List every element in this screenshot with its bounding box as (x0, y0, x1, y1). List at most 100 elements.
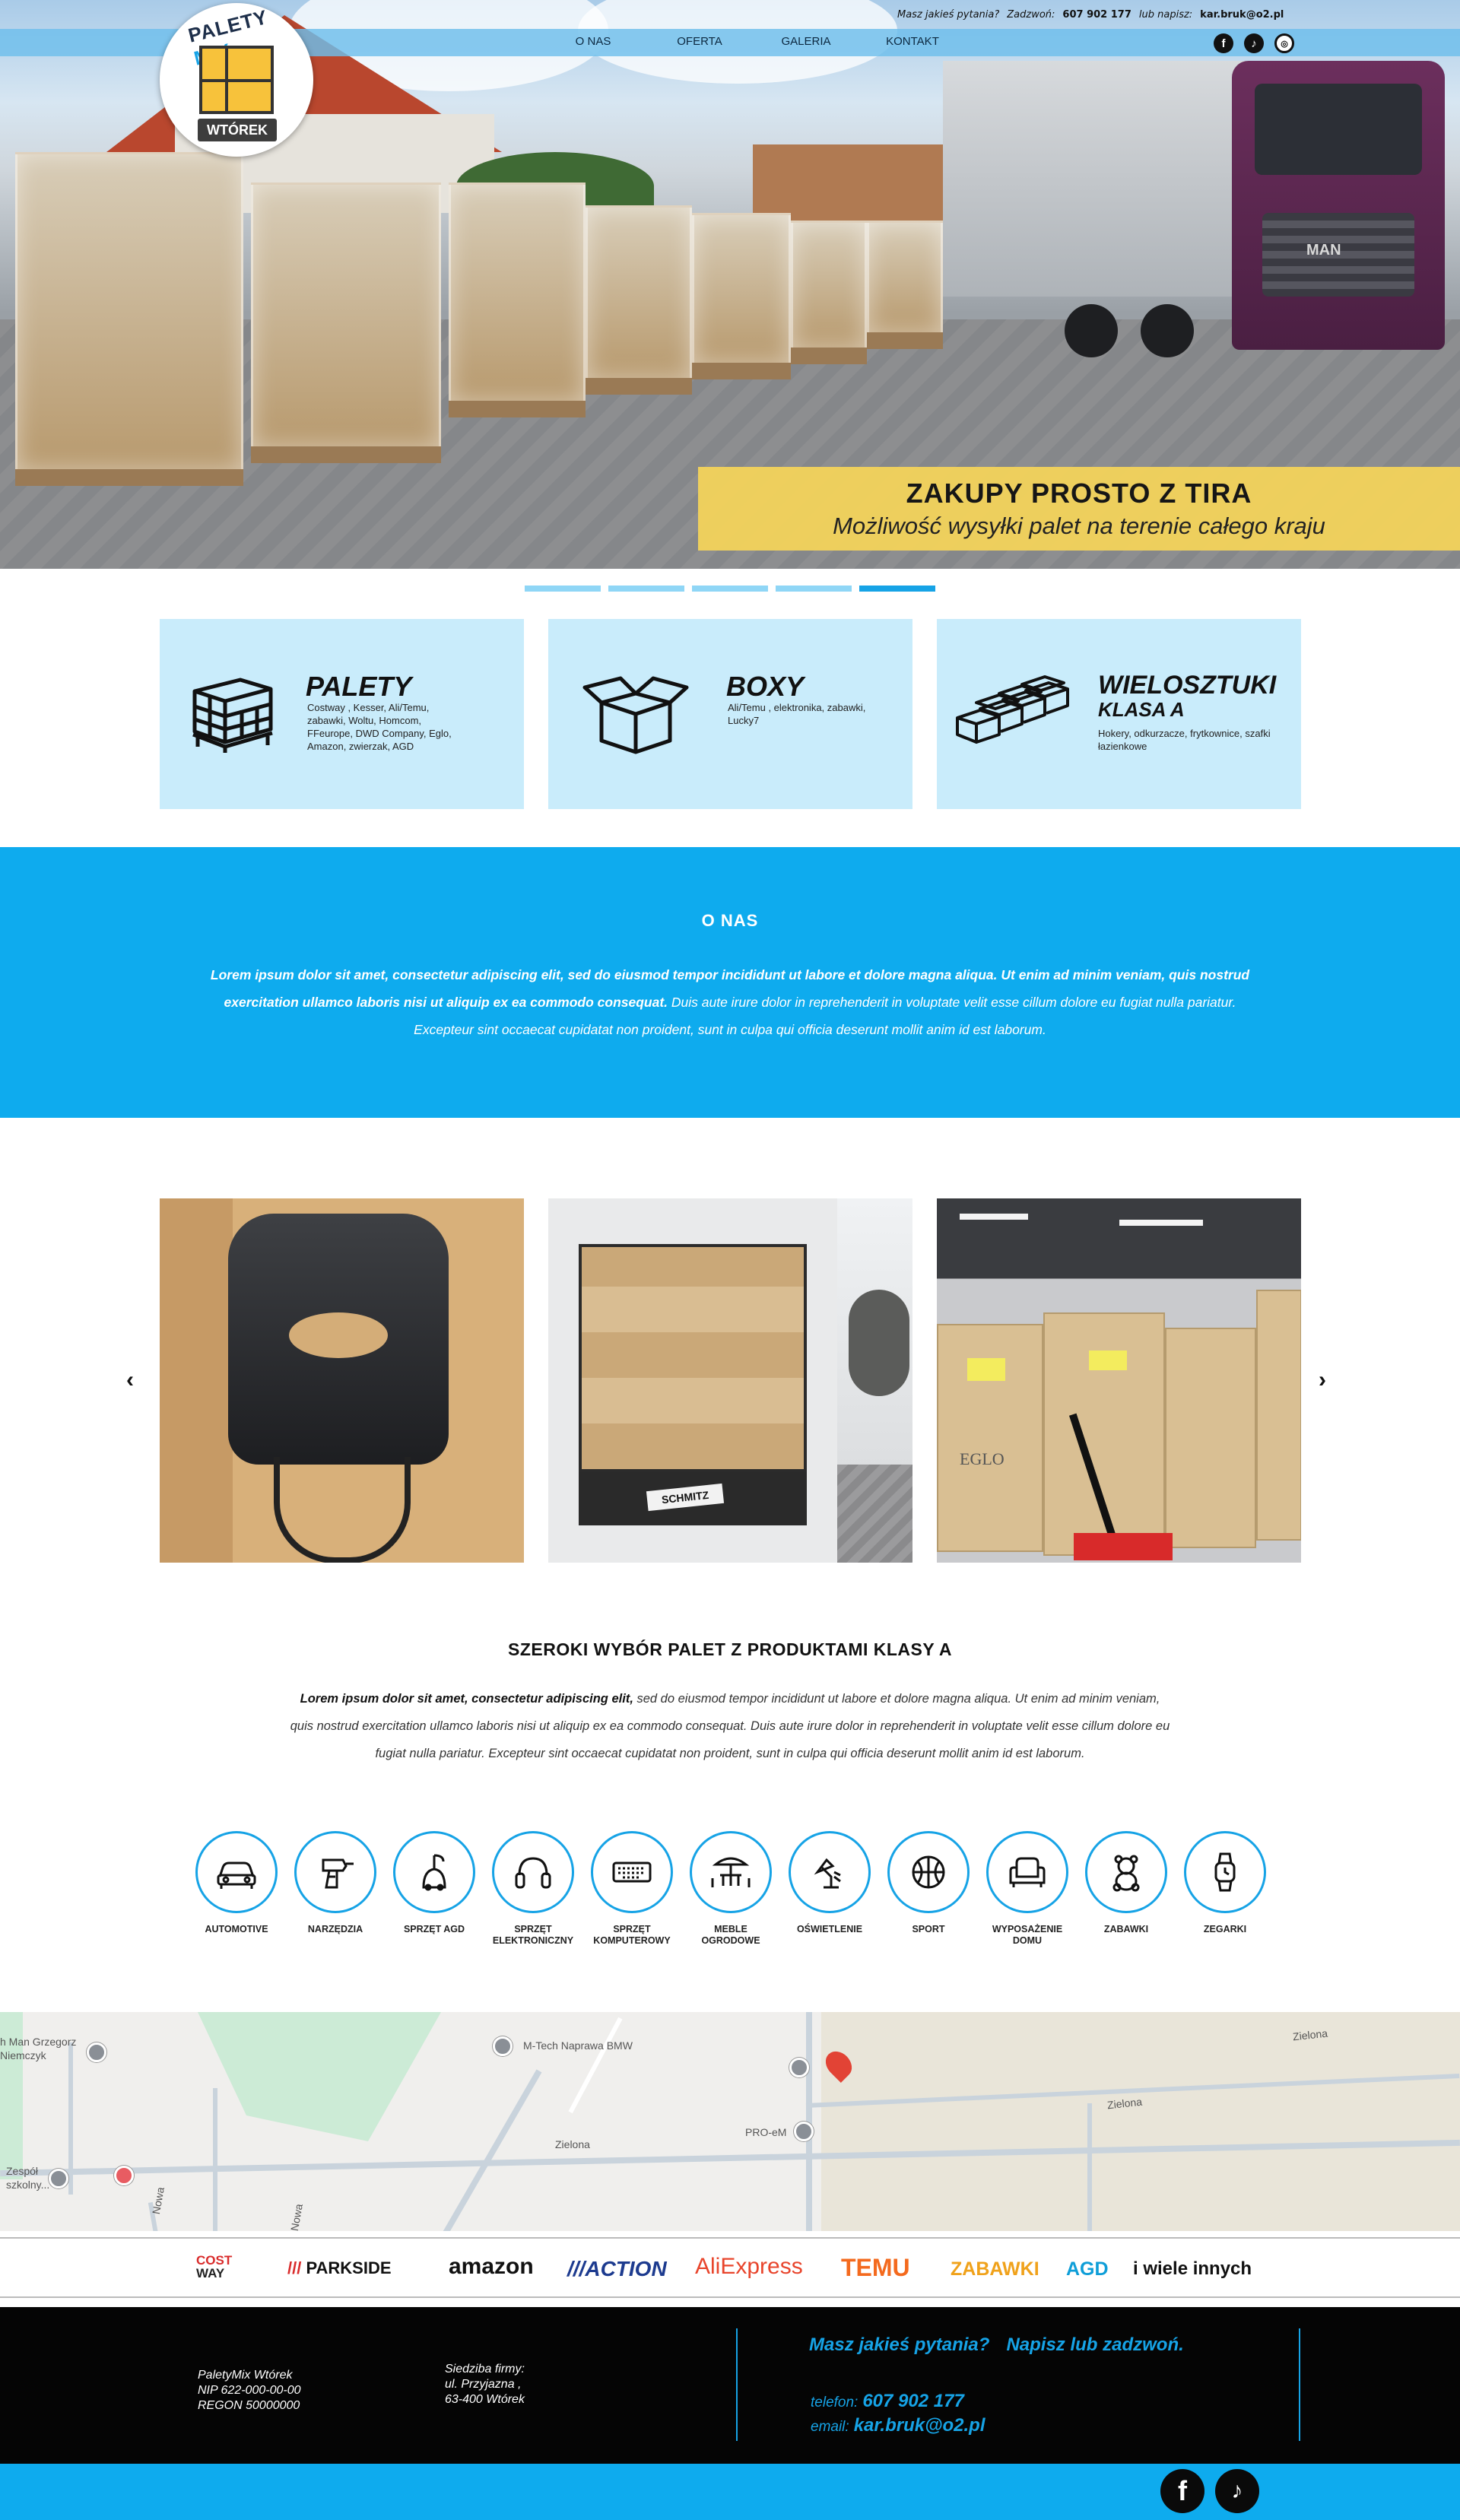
product-category-narzedzia[interactable]: NARZĘDZIA (294, 1831, 376, 1947)
footer-email[interactable]: email: kar.bruk@o2.pl (811, 2415, 985, 2436)
category-title: WIELOSZTUKI (1098, 671, 1277, 700)
paving (837, 1465, 912, 1563)
tiktok-icon[interactable]: ♪ (1215, 2469, 1259, 2513)
gallery-photo-chair[interactable] (160, 1198, 524, 1563)
map-label: Zielona (555, 2138, 590, 2150)
product-category-agd[interactable]: SPRZĘT AGD (393, 1831, 475, 1947)
map-pin[interactable] (794, 2122, 814, 2141)
wheel (1065, 304, 1118, 357)
pallet-icon (192, 678, 273, 753)
product-category-automotive[interactable]: AUTOMOTIVE (195, 1831, 278, 1947)
topbar-write-label: lub napisz: (1138, 8, 1193, 21)
hero-title: ZAKUPY PROSTO Z TIRA (906, 478, 1252, 509)
brand-costway: COST WAY (196, 2253, 233, 2280)
garden-table-icon (711, 1857, 751, 1887)
slider-dot[interactable] (692, 586, 768, 592)
category-card-palety[interactable]: PALETY Costway , Kesser, Ali/Temu, zabaw… (160, 619, 524, 809)
map-pin[interactable] (114, 2166, 134, 2185)
nav-item-oferta[interactable]: OFERTA (646, 35, 753, 48)
brand-agd: AGD (1066, 2258, 1109, 2280)
facebook-icon[interactable]: f (1214, 33, 1233, 53)
brand-action: ///ACTION (567, 2257, 667, 2280)
watch-icon (1214, 1852, 1236, 1892)
headphones-icon (515, 1857, 551, 1889)
category-card-wielosztuki[interactable]: WIELOSZTUKI KLASA A Hokery, odkurzacze, … (937, 619, 1301, 809)
product-category-zabawki[interactable]: ZABAWKI (1085, 1831, 1167, 1947)
product-category-elektronika[interactable]: SPRZĘT ELEKTRONICZNY (492, 1831, 574, 1947)
main-nav: O NAS OFERTA GALERIA KONTAKT (540, 35, 966, 48)
map-label: M-Tech Naprawa BMW (523, 2039, 633, 2052)
slider-dot[interactable] (608, 586, 684, 592)
slider-dots (525, 586, 935, 592)
pallet-stack (449, 182, 586, 417)
product-category-meble-ogrodowe[interactable]: MEBLE OGRODOWE (690, 1831, 772, 1947)
category-card-boxy[interactable]: BOXY Ali/Temu , elektronika, zabawki, Lu… (548, 619, 912, 809)
instagram-icon[interactable]: ◎ (1274, 33, 1294, 53)
keyboard-icon (612, 1861, 652, 1883)
gallery-photo-truck[interactable]: SCHMITZ (548, 1198, 912, 1563)
boxes-icon (956, 675, 1069, 744)
category-desc: Costway , Kesser, Ali/Temu, zabawki, Wol… (307, 702, 452, 752)
nav-item-o-nas[interactable]: O NAS (540, 35, 646, 48)
product-category-sport[interactable]: SPORT (887, 1831, 970, 1947)
hero-slider: MAN Masz jakieś pytania? Zadzwoń: 607 90… (0, 0, 1460, 569)
tree (849, 1290, 909, 1396)
lamp-icon (814, 1858, 841, 1889)
slider-dot[interactable] (776, 586, 852, 592)
box-label (1089, 1350, 1127, 1370)
category-cards: PALETY Costway , Kesser, Ali/Temu, zabaw… (160, 619, 1301, 809)
product-category-icons: AUTOMOTIVE NARZĘDZIA SPRZĘT AGD SPRZĘT E… (195, 1831, 1266, 1947)
brands-more: i wiele innych (1133, 2258, 1252, 2279)
footer-phone[interactable]: telefon: 607 902 177 (811, 2391, 964, 2412)
map-pin[interactable] (493, 2036, 513, 2056)
brands-bar: COST WAY /// PARKSIDE amazon ///ACTION Al… (0, 2237, 1460, 2298)
product-category-label: NARZĘDZIA (307, 1924, 363, 1934)
category-title: BOXY (726, 671, 805, 702)
slider-dot-active[interactable] (859, 586, 935, 592)
nav-item-galeria[interactable]: GALERIA (753, 35, 859, 48)
hero-subtitle: Możliwość wysyłki palet na terenie całeg… (833, 513, 1325, 539)
pallet-stack (15, 152, 243, 486)
gallery: SCHMITZ EGLO (160, 1198, 1301, 1563)
carton-box (1165, 1328, 1256, 1548)
topbar-phone[interactable]: 607 902 177 (1062, 9, 1131, 21)
brand-zabawki: ZABAWKI (951, 2258, 1039, 2280)
products-text: Lorem ipsum dolor sit amet, consectetur … (290, 1692, 1170, 1760)
footer-divider (736, 2328, 738, 2441)
box-icon (582, 676, 689, 754)
product-category-label: MEBLE OGRODOWE (701, 1924, 760, 1946)
facebook-icon[interactable]: f (1160, 2469, 1204, 2513)
topbar-call-label: Zadzwoń: (1007, 8, 1055, 21)
location-map[interactable]: h Man Grzegorz Niemczyk M-Tech Naprawa B… (0, 2012, 1460, 2231)
footer-address: Siedziba firmy: ul. Przyjazna , 63-400 W… (445, 2363, 525, 2406)
brand-temu: TEMU (841, 2254, 910, 2281)
slider-dot[interactable] (525, 586, 601, 592)
map-pin[interactable] (87, 2042, 106, 2062)
product-category-zegarki[interactable]: ZEGARKI (1184, 1831, 1266, 1947)
tiktok-icon[interactable]: ♪ (1244, 33, 1264, 53)
truck-brand: MAN (1306, 242, 1341, 259)
category-desc: Ali/Temu , elektronika, zabawki, Lucky7 (728, 702, 866, 726)
product-category-label: AUTOMOTIVE (205, 1924, 268, 1934)
topbar-question: Masz jakieś pytania? (897, 8, 1000, 21)
car-icon (217, 1861, 256, 1889)
map-pin[interactable] (49, 2169, 68, 2188)
topbar-email[interactable]: kar.bruk@o2.pl (1200, 9, 1284, 21)
site-logo[interactable]: PALETY MIX WTÓREK (160, 3, 313, 157)
gallery-prev-button[interactable]: ‹ (126, 1367, 134, 1393)
nav-item-kontakt[interactable]: KONTAKT (859, 35, 966, 48)
map-pin[interactable] (789, 2058, 809, 2077)
product-category-komputery[interactable]: SPRZĘT KOMPUTEROWY (591, 1831, 673, 1947)
chair-cutout (289, 1312, 388, 1358)
category-desc: Hokery, odkurzacze, frytkownice, szafki … (1098, 728, 1271, 752)
gallery-photo-warehouse[interactable]: EGLO (937, 1198, 1301, 1563)
ceiling-light (960, 1214, 1028, 1220)
gallery-next-button[interactable]: › (1319, 1367, 1326, 1393)
truck-cargo (579, 1244, 807, 1472)
chair-base (274, 1457, 411, 1563)
product-category-wyposazenie-domu[interactable]: WYPOSAŻENIE DOMU (986, 1831, 1068, 1947)
top-contact-bar: Masz jakieś pytania? Zadzwoń: 607 902 17… (897, 6, 1284, 23)
product-category-label: OŚWIETLENIE (796, 1924, 863, 1934)
teddy-icon (1112, 1855, 1140, 1892)
product-category-oswietlenie[interactable]: OŚWIETLENIE (789, 1831, 871, 1947)
